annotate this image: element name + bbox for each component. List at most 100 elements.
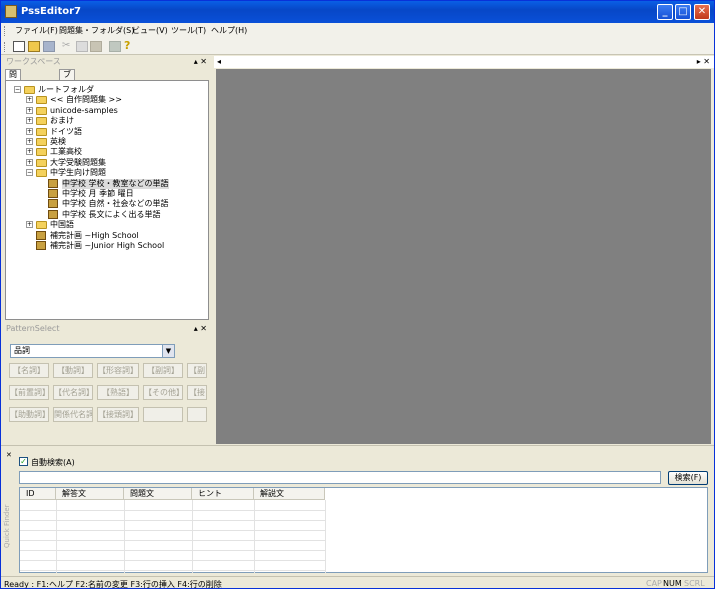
tree-node[interactable]: 中学校 学校・教室などの単語 — [6, 178, 206, 189]
pattern-button[interactable] — [143, 407, 183, 422]
expand-icon[interactable]: + — [26, 106, 33, 114]
tree-node[interactable]: + unicode-samples — [6, 106, 206, 116]
collapse-icon[interactable]: − — [26, 169, 33, 177]
paste-icon[interactable] — [90, 41, 102, 52]
menu-help[interactable]: ヘルプ(H) — [211, 25, 247, 36]
column-header[interactable]: ヒント — [192, 488, 254, 500]
pattern-button[interactable] — [187, 407, 207, 422]
cut-icon[interactable]: ✂ — [62, 41, 74, 52]
scroll-left-icon[interactable]: ◂ — [217, 57, 221, 66]
column-header[interactable]: 解答文 — [56, 488, 124, 500]
pattern-button[interactable]: 【接頭詞】 — [97, 407, 139, 422]
search-button[interactable]: 検索(F) — [668, 471, 708, 485]
results-grid[interactable]: ID 解答文 問題文 ヒント 解説文 — [19, 487, 708, 573]
pattern-button[interactable]: 【前置詞】 — [9, 385, 49, 400]
pattern-button[interactable]: 関係代名詞 — [53, 407, 93, 422]
tab-problem-tree[interactable]: 問題集ツリー — [5, 69, 21, 129]
pattern-button[interactable]: 【接 — [187, 385, 207, 400]
folder-icon — [36, 148, 47, 157]
expand-icon[interactable]: + — [26, 158, 33, 166]
folder-icon — [36, 96, 47, 105]
column-header[interactable]: 解説文 — [254, 488, 325, 500]
quick-finder-label: Quick Finder — [3, 504, 11, 549]
tree-node[interactable]: + ドイツ語 — [6, 127, 206, 137]
pattern-button[interactable]: 【その他】 — [143, 385, 183, 400]
expand-icon[interactable]: + — [26, 117, 33, 125]
expand-icon[interactable]: + — [26, 96, 33, 104]
tree-node[interactable]: + おまけ — [6, 116, 206, 126]
column-header[interactable]: ID — [20, 488, 56, 500]
pattern-button[interactable]: 【名詞】 — [9, 363, 49, 378]
pattern-button[interactable]: 【副詞】 — [143, 363, 183, 378]
toolbar-grip[interactable] — [4, 42, 6, 52]
folder-icon — [36, 127, 47, 136]
expand-icon[interactable]: + — [26, 138, 33, 145]
print-icon[interactable] — [109, 41, 121, 52]
tree-node[interactable]: + 英検 — [6, 137, 206, 147]
pattern-button[interactable]: 【助動詞】 — [9, 407, 49, 422]
tree-node[interactable]: 中学校 自然・社会などの単語 — [6, 199, 206, 209]
menu-problem-set-folder[interactable]: 問題集・フォルダ(S) — [59, 25, 134, 36]
auto-search-checkbox[interactable]: ✓ — [19, 457, 28, 466]
help-icon[interactable]: ? — [124, 40, 136, 52]
save-icon[interactable] — [43, 41, 55, 52]
workspace-panel-buttons[interactable]: ▴ ✕ — [194, 56, 207, 68]
menubar-grip[interactable] — [4, 26, 6, 36]
document-close-buttons[interactable]: ▸ ✕ — [697, 57, 710, 66]
tab-browser[interactable]: ブラウザ — [59, 69, 75, 109]
menu-tools[interactable]: ツール(T) — [171, 25, 206, 36]
pattern-button[interactable]: 【代名詞】 — [53, 385, 93, 400]
tree-node[interactable]: + << 自作問題集 >> — [6, 95, 206, 105]
grid-row-line — [20, 530, 325, 531]
scroll-indicator: SCRL — [684, 579, 705, 588]
tree-node[interactable]: 補完計画 ~High School — [6, 230, 206, 241]
auto-search-label[interactable]: 自動検索(A) — [31, 457, 75, 468]
title-bar[interactable]: PssEditor7 _ □ ✕ — [1, 1, 714, 23]
quick-finder-close-icon[interactable]: ✕ — [6, 451, 12, 459]
grid-row-line — [20, 540, 325, 541]
expand-icon[interactable]: + — [26, 221, 33, 229]
expand-icon[interactable]: + — [26, 148, 33, 156]
search-input[interactable] — [19, 471, 661, 484]
menu-file[interactable]: ファイル(F) — [15, 25, 58, 36]
tree-node[interactable]: − ルートフォルダ — [6, 85, 206, 95]
copy-icon[interactable] — [76, 41, 88, 52]
maximize-button[interactable]: □ — [675, 4, 691, 20]
grid-column-line — [192, 500, 193, 573]
tree-node[interactable]: 補完計画 ~Junior High School — [6, 241, 206, 251]
close-button[interactable]: ✕ — [694, 4, 710, 20]
tree-node-label: << 自作問題集 >> — [50, 95, 122, 105]
grid-row-line — [20, 570, 325, 571]
tree-node-label: 補完計画 ~High School — [50, 230, 139, 240]
expand-icon[interactable]: + — [26, 127, 33, 135]
pattern-combo-value: 品詞 — [14, 346, 30, 355]
grid-column-line — [124, 500, 125, 573]
pattern-select-panel-buttons[interactable]: ▴ ✕ — [194, 323, 207, 335]
tree-node[interactable]: + 工業高校 — [6, 147, 206, 157]
tree-node[interactable]: + 大学受験問題集 — [6, 158, 206, 168]
grid-column-line — [254, 500, 255, 573]
pattern-button[interactable]: 【熟語】 — [97, 385, 139, 400]
menu-view[interactable]: ビュー(V) — [132, 25, 168, 36]
tree-node[interactable]: + 中国語 — [6, 220, 206, 230]
pattern-combo[interactable]: 品詞 ▼ — [10, 344, 175, 358]
open-folder-icon[interactable] — [28, 41, 40, 52]
new-file-icon[interactable] — [13, 41, 25, 52]
quick-finder-panel: ✕ Quick Finder ✓ 自動検索(A) 検索(F) ID 解答文 問題文ヒ… — [3, 449, 712, 576]
pattern-button[interactable]: 【動詞】 — [53, 363, 93, 378]
tree-node[interactable]: 中学校 長文によく出る単語 — [6, 209, 206, 220]
problem-set-icon — [48, 178, 58, 188]
folder-icon — [36, 117, 47, 126]
pattern-button[interactable]: 【副 — [187, 363, 207, 378]
minimize-button[interactable]: _ — [657, 4, 673, 20]
app-icon — [5, 5, 17, 18]
pattern-button[interactable]: 【形容詞】 — [97, 363, 139, 378]
folder-icon — [36, 138, 47, 146]
tree-node[interactable]: − 中学生向け問題 — [6, 168, 206, 178]
collapse-icon[interactable]: − — [14, 86, 21, 93]
chevron-down-icon[interactable]: ▼ — [162, 345, 174, 357]
tree-node-label: ドイツ語 — [50, 126, 82, 136]
column-header[interactable]: 問題文 — [124, 488, 192, 500]
grid-column-line — [325, 500, 326, 573]
tree-node[interactable]: 中学校 月 季節 曜日 — [6, 189, 206, 199]
